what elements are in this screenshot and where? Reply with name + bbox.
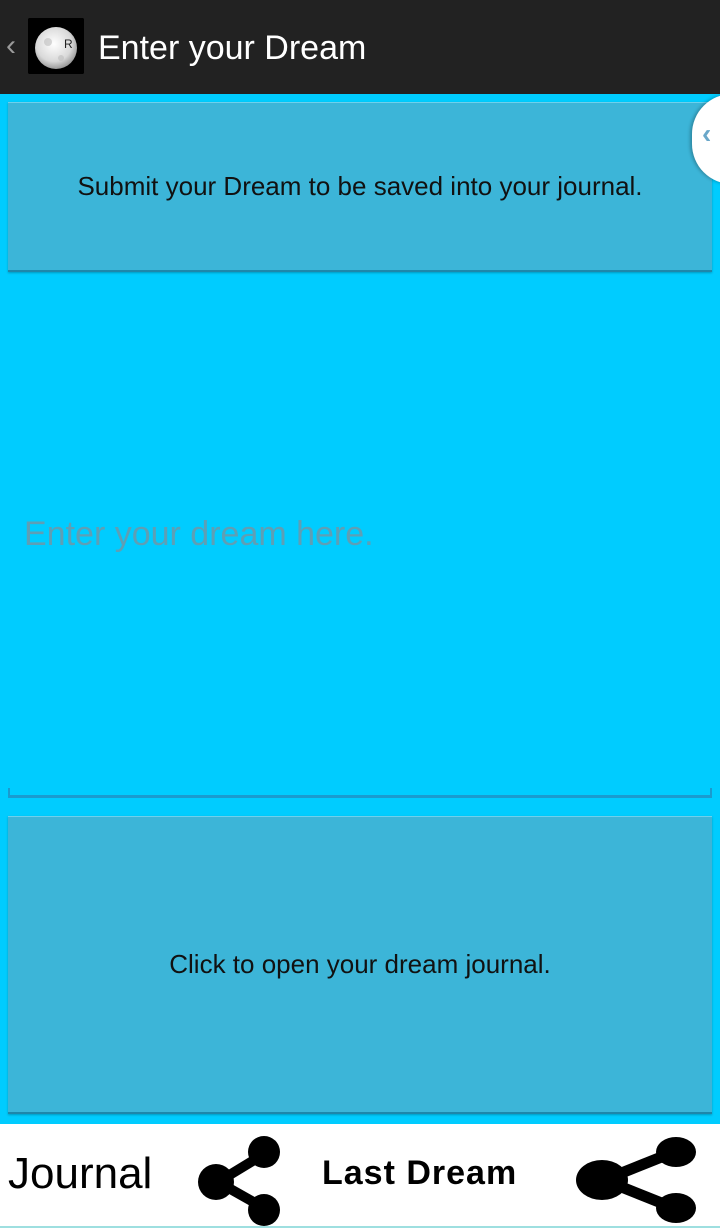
moon-icon[interactable]: R [28, 18, 84, 74]
svg-text:R: R [64, 37, 73, 51]
journal-tab-label[interactable]: Journal [8, 1148, 152, 1200]
open-journal-button-label: Click to open your dream journal. [169, 949, 551, 979]
input-underline-end [710, 788, 712, 798]
action-bar: ‹ R Enter your Dream [0, 0, 720, 94]
bottom-bar: Journal Last Dream [0, 1124, 720, 1228]
open-journal-button[interactable]: Click to open your dream journal. [8, 816, 712, 1114]
submit-dream-button[interactable]: Submit your Dream to be saved into your … [8, 102, 712, 272]
main-content: Submit your Dream to be saved into your … [0, 94, 720, 1124]
chevron-left-icon: ‹ [702, 118, 712, 149]
last-dream-tab-label[interactable]: Last Dream [322, 1152, 517, 1194]
share-icon[interactable] [194, 1132, 288, 1226]
chevron-left-icon[interactable]: ‹ [6, 28, 26, 64]
dream-input-placeholder: Enter your dream here. [24, 515, 374, 553]
share-icon[interactable] [574, 1134, 700, 1226]
submit-dream-button-label: Submit your Dream to be saved into your … [77, 171, 643, 201]
dream-input[interactable]: Enter your dream here. [8, 282, 712, 798]
page-title: Enter your Dream [98, 29, 367, 67]
